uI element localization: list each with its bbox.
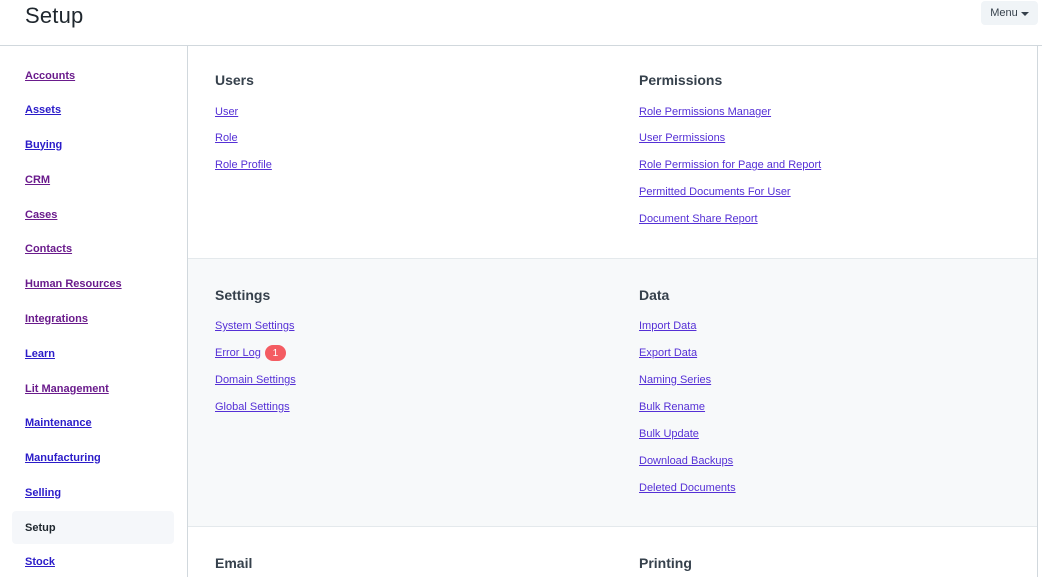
link-label[interactable]: Export Data [639,347,697,359]
link-role-permission-page-report[interactable]: Role Permission for Page and Report [639,159,821,171]
link-label[interactable]: Role Permissions Manager [639,106,771,118]
link-user-permissions[interactable]: User Permissions [639,132,725,144]
sidebar-item-label[interactable]: Integrations [25,313,88,325]
link-role[interactable]: Role [215,132,238,144]
link-error-log[interactable]: Error Log 1 [215,345,286,361]
sidebar-item-assets[interactable]: Assets [12,93,174,126]
sidebar-item-contacts[interactable]: Contacts [12,232,174,265]
link-bulk-update[interactable]: Bulk Update [639,428,699,440]
sidebar-item-learn[interactable]: Learn [12,337,174,370]
sidebar-item-stock[interactable]: Stock [12,545,174,578]
section-title-printing: Printing [639,555,692,571]
link-label[interactable]: Global Settings [215,401,290,413]
section-title-data: Data [639,287,670,303]
link-naming-series[interactable]: Naming Series [639,374,711,386]
sidebar-item-selling[interactable]: Selling [12,476,174,509]
sidebar-item-label[interactable]: Cases [25,209,57,221]
section-email-printing: Email Printing [188,527,1037,577]
link-label[interactable]: Deleted Documents [639,482,736,494]
sidebar: Accounts Assets Buying CRM Cases Contact… [0,46,187,577]
sidebar-item-cases[interactable]: Cases [12,198,174,231]
sidebar-item-label[interactable]: Buying [25,139,62,151]
link-label[interactable]: Bulk Rename [639,401,705,413]
link-user[interactable]: User [215,106,238,118]
sidebar-item-label[interactable]: CRM [25,174,50,186]
sidebar-item-human-resources[interactable]: Human Resources [12,267,174,300]
sidebar-item-maintenance[interactable]: Maintenance [12,406,174,439]
link-permitted-documents[interactable]: Permitted Documents For User [639,186,791,198]
sidebar-item-label[interactable]: Human Resources [25,278,122,290]
link-deleted-documents[interactable]: Deleted Documents [639,482,736,494]
sidebar-item-label[interactable]: Stock [25,556,55,568]
link-label[interactable]: Error Log [215,347,261,359]
error-count-badge: 1 [264,345,286,361]
link-label[interactable]: Naming Series [639,374,711,386]
sidebar-item-label[interactable]: Accounts [25,70,75,82]
sidebar-item-accounts[interactable]: Accounts [12,59,174,92]
page-title: Setup [25,3,84,28]
link-document-share-report[interactable]: Document Share Report [639,213,758,225]
link-system-settings[interactable]: System Settings [215,320,294,332]
sidebar-item-label[interactable]: Selling [25,487,61,499]
sidebar-item-label[interactable]: Contacts [25,243,72,255]
link-export-data[interactable]: Export Data [639,347,697,359]
link-label[interactable]: Document Share Report [639,213,758,225]
section-settings-data: Settings System Settings Error Log 1 Dom… [188,259,1037,527]
link-download-backups[interactable]: Download Backups [639,455,733,467]
caret-down-icon [1020,11,1029,16]
link-bulk-rename[interactable]: Bulk Rename [639,401,705,413]
section-title-users: Users [215,72,254,88]
sidebar-item-label[interactable]: Manufacturing [25,452,101,464]
section-users-permissions: Users User Role Role Profile Permissions… [188,46,1037,259]
menu-button[interactable]: Menu [981,1,1038,25]
section-title-email: Email [215,555,253,571]
link-label[interactable]: Role Profile [215,159,272,171]
sidebar-item-label[interactable]: Learn [25,348,55,360]
link-label[interactable]: System Settings [215,320,294,332]
link-label[interactable]: Role Permission for Page and Report [639,159,821,171]
sidebar-item-crm[interactable]: CRM [12,163,174,196]
sidebar-item-integrations[interactable]: Integrations [12,302,174,335]
link-global-settings[interactable]: Global Settings [215,401,290,413]
link-label[interactable]: Role [215,132,238,144]
link-label[interactable]: Download Backups [639,455,733,467]
sidebar-item-label[interactable]: Maintenance [25,417,92,429]
sidebar-item-lit-management[interactable]: Lit Management [12,372,174,405]
main-content: Users User Role Role Profile Permissions… [187,46,1038,577]
link-role-permissions-manager[interactable]: Role Permissions Manager [639,106,771,118]
sidebar-item-label[interactable]: Lit Management [25,383,109,395]
link-label[interactable]: Bulk Update [639,428,699,440]
sidebar-item-manufacturing[interactable]: Manufacturing [12,441,174,474]
section-title-settings: Settings [215,287,271,303]
page-header: Setup Menu [0,0,1042,46]
link-label[interactable]: Permitted Documents For User [639,186,791,198]
link-label[interactable]: User Permissions [639,132,725,144]
link-domain-settings[interactable]: Domain Settings [215,374,296,386]
link-label[interactable]: User [215,106,238,118]
link-import-data[interactable]: Import Data [639,320,696,332]
link-label[interactable]: Domain Settings [215,374,296,386]
section-title-permissions: Permissions [639,72,723,88]
link-label[interactable]: Import Data [639,320,696,332]
link-role-profile[interactable]: Role Profile [215,159,272,171]
sidebar-item-buying[interactable]: Buying [12,128,174,161]
menu-button-label: Menu [990,7,1018,19]
sidebar-item-label[interactable]: Assets [25,104,61,116]
sidebar-item-setup[interactable]: Setup [12,511,174,544]
sidebar-item-label: Setup [25,521,56,534]
